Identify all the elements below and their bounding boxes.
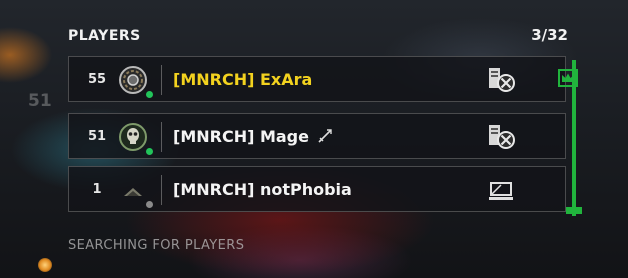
skull-emblem-icon: [119, 123, 147, 151]
crown-icon: [558, 69, 578, 87]
online-status-dot: [146, 148, 153, 155]
player-row[interactable]: 55 [MNRCH] ExAra: [68, 56, 566, 102]
row-divider: [161, 122, 162, 152]
row-divider: [161, 65, 162, 95]
player-row[interactable]: 51 [MNRCH] Mage: [68, 113, 566, 159]
crossed-swords-icon: [317, 129, 332, 143]
online-status-dot: [146, 91, 153, 98]
searching-status-text: SEARCHING FOR PLAYERS: [68, 238, 245, 253]
player-row[interactable]: 1 [MNRCH] notPhobia: [68, 166, 566, 212]
offline-status-dot: [146, 201, 153, 208]
star-ring-emblem-icon: [119, 66, 147, 94]
chevron-rank-icon: [124, 188, 142, 196]
background-level-number: 51: [28, 91, 52, 111]
pc-monitor-icon: [489, 182, 513, 200]
background-light-orb: [38, 258, 52, 272]
xbox-pc-icon: [489, 68, 515, 92]
player-name: [MNRCH] Mage: [173, 114, 333, 160]
leader-indicator-base: [566, 207, 582, 214]
player-level: 1: [92, 182, 102, 197]
player-name-text: [MNRCH] Mage: [173, 127, 309, 146]
player-level: 51: [87, 129, 107, 144]
player-level: 55: [87, 72, 107, 87]
player-name: [MNRCH] notPhobia: [173, 180, 352, 199]
player-name: [MNRCH] ExAra: [173, 70, 313, 89]
player-count: 3/32: [531, 26, 568, 44]
xbox-pc-icon: [489, 125, 515, 149]
players-heading: PLAYERS: [68, 28, 141, 44]
row-divider: [161, 175, 162, 205]
